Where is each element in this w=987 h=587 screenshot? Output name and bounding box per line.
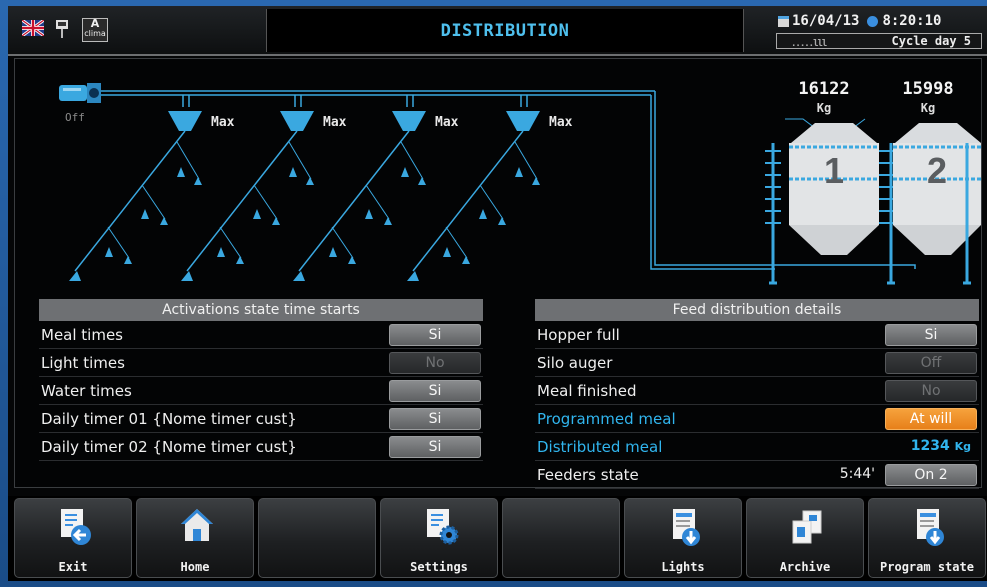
silo-1-number: 1 <box>824 150 844 191</box>
table-row: Hopper full Si <box>535 321 979 349</box>
settings-icon <box>427 509 459 545</box>
settings-button[interactable]: Settings <box>380 498 498 578</box>
distributed-meal-unit: Kg <box>954 440 971 453</box>
bottom-toolbar: Exit Home Settings Lights Archive Progra… <box>8 496 987 581</box>
clima-badge-bottom: clima <box>84 29 106 38</box>
silo-1[interactable] <box>765 118 895 285</box>
main-panel: 1 2 Off Max Max Max Max 16122 Kg 15998 K… <box>14 58 982 489</box>
empty-button-2[interactable] <box>502 498 620 578</box>
row-label: Meal times <box>41 326 124 344</box>
silo-2[interactable] <box>879 123 981 285</box>
archive-button[interactable]: Archive <box>746 498 864 578</box>
motor-icon[interactable] <box>59 83 101 103</box>
clima-badge[interactable]: A clima <box>82 18 108 42</box>
calendar-icon <box>778 15 789 27</box>
table-row: Meal times Si <box>39 321 483 349</box>
program-state-button[interactable]: Program state <box>868 498 986 578</box>
page-title-box: DISTRIBUTION <box>266 9 744 52</box>
datetime: 16/04/13 8:20:10 <box>778 13 941 29</box>
motor-state: Off <box>65 111 85 124</box>
program-state-label: Program state <box>880 560 974 574</box>
settings-label: Settings <box>410 560 468 574</box>
table-row: Programmed meal At will <box>535 405 979 433</box>
exit-button[interactable]: Exit <box>14 498 132 578</box>
table-row: Meal finished No <box>535 377 979 405</box>
cycle-day-box: .....lll Cycle day 5 <box>776 33 982 49</box>
uk-flag-icon[interactable] <box>22 20 44 36</box>
row-label: Silo auger <box>537 354 613 372</box>
home-label: Home <box>180 560 210 574</box>
top-bar: A clima DISTRIBUTION 16/04/13 8:20:10 ...… <box>8 6 987 56</box>
feeders-state-status[interactable]: On 2 <box>885 464 977 486</box>
lights-icon <box>673 509 700 546</box>
row-label: Hopper full <box>537 326 620 344</box>
lights-label: Lights <box>661 560 705 574</box>
time-text: 8:20:10 <box>882 13 942 29</box>
feeder-lines <box>69 111 540 281</box>
archive-icon <box>792 510 822 544</box>
hopper-3-max: Max <box>435 115 459 130</box>
silo-2-weight: 15998 <box>902 79 954 99</box>
table-row: Daily timer 02 {Nome timer cust} Si <box>39 433 483 461</box>
table-row: Daily timer 01 {Nome timer cust} Si <box>39 405 483 433</box>
clock-icon <box>867 15 879 27</box>
distributed-meal-value: 1234 Kg <box>885 436 977 458</box>
hopper-4-max: Max <box>549 115 573 130</box>
hopper-2-max: Max <box>323 115 347 130</box>
row-label: Feeders state <box>537 466 639 484</box>
page-title: DISTRIBUTION <box>440 20 570 41</box>
exit-icon <box>61 509 91 545</box>
clima-badge-top: A <box>90 17 100 30</box>
device-icon <box>56 20 68 38</box>
table-row: Distributed meal 1234 Kg <box>535 433 979 461</box>
silo-auger-status[interactable]: Off <box>885 352 977 374</box>
feed-title: Feed distribution details <box>535 299 979 321</box>
archive-label: Archive <box>779 560 831 574</box>
cycle-day-text: Cycle day 5 <box>891 34 971 48</box>
feed-table: Feed distribution details Hopper full Si… <box>535 299 979 489</box>
hopper-full-status[interactable]: Si <box>885 324 977 346</box>
hopper-1-max: Max <box>211 115 235 130</box>
signal-icon: .....lll <box>791 39 827 49</box>
row-label: Programmed meal <box>537 410 676 428</box>
activations-table: Activations state time starts Meal times… <box>39 299 483 461</box>
row-label: Daily timer 02 {Nome timer cust} <box>41 438 297 456</box>
silo-1-weight: 16122 <box>798 79 850 99</box>
home-icon <box>181 509 213 541</box>
date-text: 16/04/13 <box>792 13 860 29</box>
row-label: Distributed meal <box>537 438 663 456</box>
screen: A clima DISTRIBUTION 16/04/13 8:20:10 ...… <box>8 6 987 581</box>
home-button[interactable]: Home <box>136 498 254 578</box>
row-label: Meal finished <box>537 382 637 400</box>
daily-timer-01-toggle[interactable]: Si <box>389 408 481 430</box>
water-times-toggle[interactable]: Si <box>389 380 481 402</box>
row-label: Light times <box>41 354 125 372</box>
silo-2-unit: Kg <box>920 101 936 115</box>
table-row: Feeders state 5:44' On 2 <box>535 461 979 489</box>
exit-label: Exit <box>58 560 88 574</box>
silo-2-number: 2 <box>927 150 947 191</box>
feeders-time: 5:44' <box>839 466 875 482</box>
program-state-icon <box>917 509 944 546</box>
programmed-meal-button[interactable]: At will <box>885 408 977 430</box>
table-row: Water times Si <box>39 377 483 405</box>
table-row: Light times No <box>39 349 483 377</box>
daily-timer-02-toggle[interactable]: Si <box>389 436 481 458</box>
light-times-toggle[interactable]: No <box>389 352 481 374</box>
silo-1-unit: Kg <box>816 101 832 115</box>
row-label: Water times <box>41 382 132 400</box>
distributed-meal-number: 1234 <box>910 438 950 454</box>
lights-button[interactable]: Lights <box>624 498 742 578</box>
meal-finished-status[interactable]: No <box>885 380 977 402</box>
empty-button-1[interactable] <box>258 498 376 578</box>
meal-times-toggle[interactable]: Si <box>389 324 481 346</box>
table-row: Silo auger Off <box>535 349 979 377</box>
row-label: Daily timer 01 {Nome timer cust} <box>41 410 297 428</box>
activations-title: Activations state time starts <box>39 299 483 321</box>
